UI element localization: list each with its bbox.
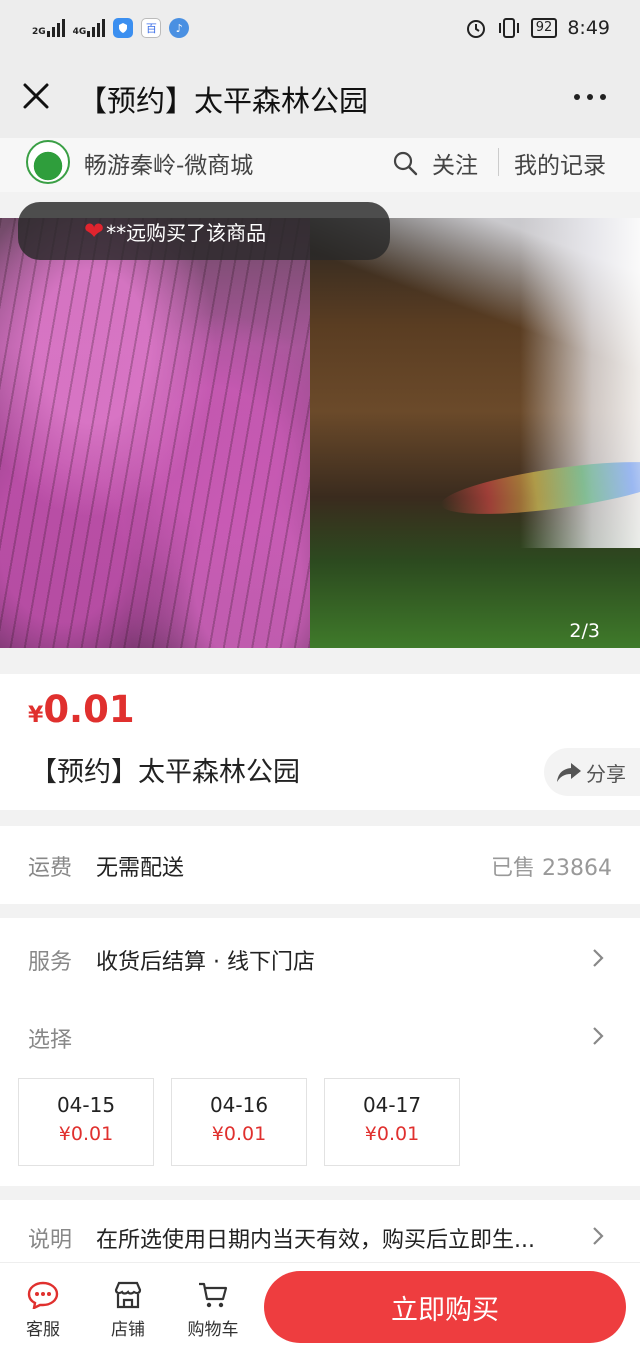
status-bar: 2G 4G 百 ♪ 92 8:49 (0, 0, 640, 56)
baidu-app-icon: 百 (141, 18, 162, 38)
freight-value: 无需配送 (96, 856, 185, 881)
chevron-right-icon (593, 1027, 604, 1045)
note-label: 说明 (28, 1228, 73, 1253)
signal-4g-icon: 4G (73, 19, 106, 37)
shop-name[interactable]: 畅游秦岭-微商城 (84, 146, 253, 180)
date-option-date: 04-17 (362, 1093, 422, 1117)
network-2g-label: 2G (32, 27, 46, 37)
freight-row: 运费 无需配送 已售 23864 (0, 826, 640, 904)
search-icon[interactable] (392, 150, 418, 176)
date-option-price: ¥0.01 (58, 1123, 114, 1145)
product-price: ¥0.01 (28, 688, 135, 731)
bottom-action-bar: 客服 店铺 购物车 立即购买 (0, 1262, 640, 1351)
date-option-price: ¥0.01 (364, 1123, 420, 1145)
shopping-cart-icon (199, 1282, 228, 1308)
my-records-button[interactable]: 我的记录 (514, 146, 606, 180)
signal-2g-icon: 2G (32, 19, 65, 37)
price-value: 0.01 (43, 688, 135, 731)
service-value: 收货后结算 · 线下门店 (96, 950, 315, 975)
music-app-icon: ♪ (169, 18, 190, 38)
price-currency: ¥ (28, 703, 44, 728)
close-icon[interactable] (22, 82, 50, 110)
shop-divider (498, 148, 499, 176)
sold-count: 已售 23864 (491, 856, 612, 881)
shop-header: 畅游秦岭-微商城 关注 我的记录 (0, 138, 640, 192)
recent-buyer-text: **远购买了该商品 (106, 220, 267, 245)
date-option[interactable]: 04-16 ¥0.01 (171, 1078, 307, 1166)
shield-app-icon (113, 18, 134, 38)
product-name: 【预约】太平森林公园 (30, 757, 300, 788)
share-button[interactable]: 分享 (544, 748, 640, 796)
status-right: 92 8:49 (465, 17, 610, 39)
chevron-right-icon (593, 949, 604, 967)
page-title: 【预约】太平森林公园 (78, 84, 369, 118)
date-option-date: 04-15 (56, 1093, 116, 1117)
service-label: 服务 (28, 950, 73, 975)
store-label: 店铺 (111, 1320, 145, 1340)
recent-buyer-toast: ❤ **远购买了该商品 (18, 202, 390, 260)
chat-icon (27, 1281, 59, 1309)
buy-now-button[interactable]: 立即购买 (264, 1271, 626, 1343)
chevron-right-icon (593, 1227, 604, 1245)
customer-service-label: 客服 (26, 1320, 60, 1340)
date-option[interactable]: 04-17 ¥0.01 (324, 1078, 460, 1166)
vibrate-icon (498, 18, 519, 38)
network-4g-label: 4G (72, 27, 87, 37)
price-card: ¥0.01 【预约】太平森林公园 分享 (0, 674, 640, 810)
note-row[interactable]: 说明 在所选使用日期内当天有效，购买后立即生... (0, 1200, 640, 1270)
customer-service-button[interactable]: 客服 (8, 1281, 78, 1340)
gallery-page-indicator: 2/3 (569, 620, 600, 642)
redbud-forest-image (0, 218, 310, 648)
share-icon (557, 763, 581, 782)
shop-logo[interactable] (26, 140, 70, 184)
heart-icon: ❤ (84, 217, 105, 245)
date-option-date: 04-16 (209, 1093, 269, 1117)
select-label: 选择 (28, 1028, 73, 1053)
date-option[interactable]: 04-15 ¥0.01 (18, 1078, 154, 1166)
freight-label: 运费 (28, 856, 73, 881)
status-left: 2G 4G 百 ♪ (32, 18, 190, 38)
note-value: 在所选使用日期内当天有效，购买后立即生... (96, 1228, 535, 1253)
cart-button[interactable]: 购物车 (178, 1281, 248, 1340)
title-bar: 【预约】太平森林公园 (0, 56, 640, 138)
store-button[interactable]: 店铺 (93, 1281, 163, 1340)
product-image-gallery[interactable] (0, 218, 640, 648)
share-label: 分享 (586, 761, 626, 786)
service-card: 服务 收货后结算 · 线下门店 选择 04-15 ¥0.01 04-16 ¥0.… (0, 918, 640, 1186)
battery-indicator: 92 (530, 18, 558, 38)
date-option-price: ¥0.01 (211, 1123, 267, 1145)
more-options-icon[interactable] (574, 94, 606, 100)
waterfall-rainbow-image (310, 218, 640, 648)
store-icon (114, 1281, 142, 1309)
follow-button[interactable]: 关注 (432, 146, 478, 180)
status-time: 8:49 (567, 17, 610, 39)
cart-label: 购物车 (187, 1320, 239, 1340)
alarm-icon (466, 20, 485, 38)
